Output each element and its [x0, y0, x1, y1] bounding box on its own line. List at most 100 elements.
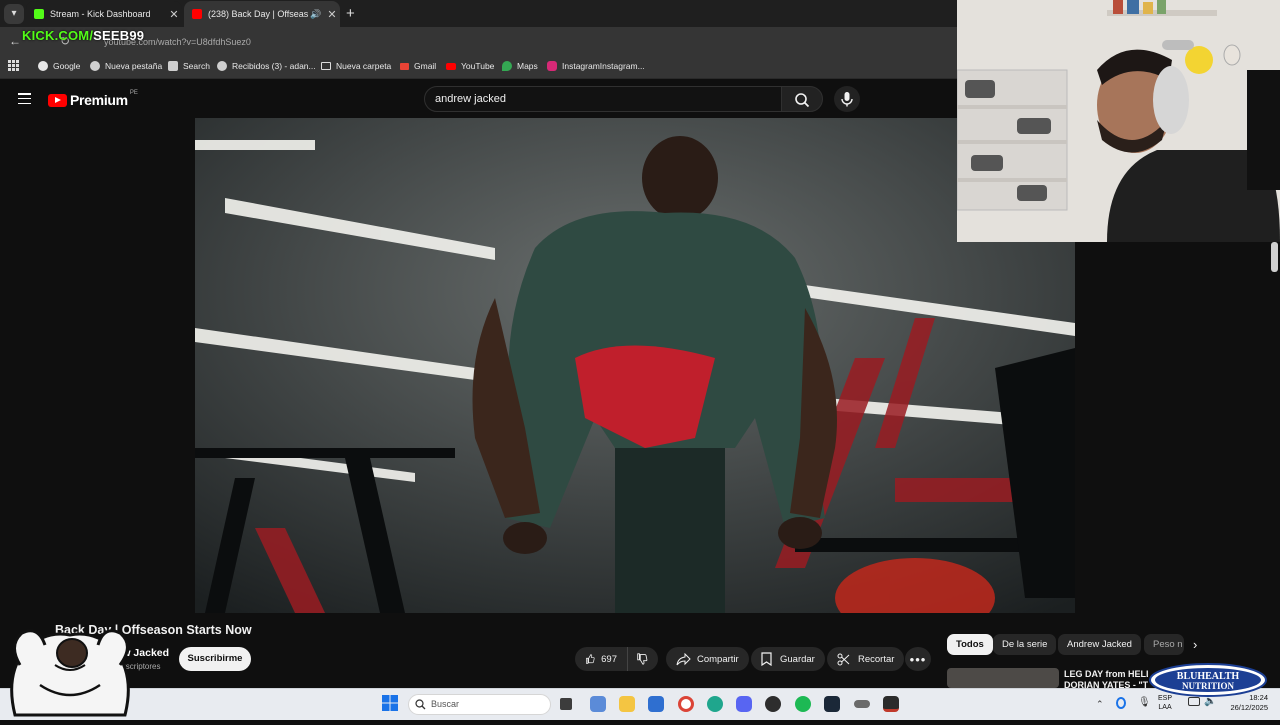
microphone-icon: [841, 92, 853, 107]
bookmark-label: YouTube: [461, 61, 495, 71]
scissors-icon: [837, 653, 850, 665]
stream-overlay-label: KICK.COM/SEEB99: [22, 28, 144, 43]
country-code: PE: [129, 90, 138, 96]
youtube-premium-logo[interactable]: Premium PE: [48, 90, 138, 108]
bookmark-youtube[interactable]: YouTube: [446, 61, 494, 71]
google-icon: [38, 61, 48, 71]
kick-icon: [34, 9, 44, 19]
app-icon[interactable]: [883, 696, 899, 712]
chip-de-la-serie[interactable]: De la serie: [993, 634, 1057, 655]
new-tab-plus-icon[interactable]: +: [346, 5, 355, 22]
close-icon[interactable]: ✕: [166, 8, 182, 21]
video-player[interactable]: [195, 118, 1075, 613]
clip-button[interactable]: Recortar: [827, 647, 905, 671]
recommended-thumbnail[interactable]: [947, 668, 1059, 688]
bookmark-maps[interactable]: Maps: [502, 61, 538, 71]
file-explorer-icon[interactable]: [619, 696, 635, 712]
youtube-play-icon: [48, 93, 67, 107]
network-icon[interactable]: [1188, 697, 1200, 706]
close-icon[interactable]: ✕: [324, 8, 340, 21]
tab-search-chevron-icon[interactable]: ▾: [4, 4, 24, 24]
chip-peso[interactable]: Peso n: [1144, 634, 1184, 655]
steam-icon[interactable]: [824, 696, 840, 712]
logo-text: Premium: [70, 92, 128, 108]
clock-date: 26/12/2025: [1230, 703, 1268, 712]
search-icon: [795, 93, 810, 108]
widgets-icon[interactable]: [590, 696, 606, 712]
bookmark-label: InstagramInstagram...: [562, 61, 645, 71]
back-arrow-icon[interactable]: ←: [9, 34, 21, 48]
bookmark-nueva-carpeta[interactable]: Nueva carpeta: [321, 61, 391, 71]
tray-app-icon[interactable]: [1116, 697, 1126, 709]
maps-icon: [502, 61, 512, 71]
video-frame: [195, 118, 1075, 613]
bookmark-recibidos[interactable]: Recibidos (3) - adan...: [217, 61, 316, 71]
globe-icon: [90, 61, 100, 71]
chip-todos[interactable]: Todos: [947, 634, 993, 655]
bookmark-icon: [761, 652, 772, 666]
app-icon[interactable]: [854, 700, 870, 708]
sponsor-line-2: NUTRITION: [1182, 681, 1235, 691]
lang-line: LAA: [1158, 704, 1172, 711]
share-button[interactable]: Compartir: [666, 647, 749, 671]
speaker-icon[interactable]: 🔊: [308, 9, 324, 20]
bookmark-search[interactable]: Search: [168, 61, 210, 71]
bookmark-label: Gmail: [414, 61, 437, 71]
bookmark-instagram[interactable]: InstagramInstagram...: [547, 61, 645, 71]
like-button[interactable]: 697: [575, 647, 627, 671]
save-label: Guardar: [780, 653, 815, 665]
tab-title: (238) Back Day | Offseason: [208, 9, 308, 19]
share-label: Compartir: [697, 653, 739, 665]
store-icon[interactable]: [648, 696, 664, 712]
taskbar-search-input[interactable]: Buscar: [408, 694, 551, 715]
instagram-icon: [547, 61, 557, 71]
bookmark-label: Search: [183, 61, 210, 71]
bookmark-google[interactable]: Google: [38, 61, 80, 71]
obs-icon[interactable]: [765, 696, 781, 712]
chip-andrew-jacked[interactable]: Andrew Jacked: [1058, 634, 1141, 655]
clip-label: Recortar: [858, 653, 895, 665]
save-button[interactable]: Guardar: [751, 647, 825, 671]
spotify-icon[interactable]: [795, 696, 811, 712]
search-icon: [168, 61, 178, 71]
dislike-button[interactable]: [627, 647, 658, 671]
voice-search-button[interactable]: [834, 86, 860, 112]
tab-youtube-video[interactable]: (238) Back Day | Offseason 🔊 ✕: [184, 1, 340, 27]
thumbs-down-icon: [637, 653, 648, 665]
recommended-title-line: LEG DAY from HELL: [1064, 669, 1148, 679]
share-icon: [676, 652, 691, 665]
bookmark-gmail[interactable]: Gmail: [400, 61, 436, 71]
subscribe-button[interactable]: Suscribirme: [179, 647, 251, 671]
globe-icon: [217, 61, 227, 71]
bookmark-nueva-pestana[interactable]: Nueva pestaña: [90, 61, 162, 71]
more-horizontal-icon: •••: [909, 651, 927, 667]
windows-start-icon[interactable]: [382, 695, 398, 711]
bookmark-label: Maps: [517, 61, 538, 71]
bookmark-label: Google: [53, 61, 81, 71]
streamer-webcam: [957, 0, 1280, 242]
edge-icon[interactable]: [707, 696, 723, 712]
more-actions-button[interactable]: •••: [905, 647, 931, 671]
task-view-icon[interactable]: [560, 698, 572, 710]
apps-grid-icon[interactable]: [8, 60, 19, 71]
youtube-icon: [192, 9, 202, 19]
chevron-up-icon[interactable]: ⌃: [1096, 699, 1104, 710]
webcam-frame: [957, 0, 1280, 242]
bookmark-label: Recibidos (3) - adan...: [232, 61, 316, 71]
bookmark-label: Nueva pestaña: [105, 61, 163, 71]
discord-icon[interactable]: [736, 696, 752, 712]
chevron-right-icon[interactable]: ›: [1193, 637, 1197, 652]
windows-taskbar: [0, 688, 1280, 720]
folder-icon: [321, 62, 331, 70]
search-button[interactable]: [781, 86, 823, 112]
microphone-tray-icon[interactable]: 🎙: [1138, 697, 1151, 708]
tab-kick-dashboard[interactable]: Stream - Kick Dashboard ✕: [26, 1, 182, 27]
page-scrollbar[interactable]: [1271, 242, 1278, 272]
tab-title: Stream - Kick Dashboard: [50, 9, 151, 19]
search-input[interactable]: andrew jacked: [424, 86, 782, 112]
youtube-icon: [446, 62, 456, 70]
overlay-channel: SEEB99: [93, 28, 145, 43]
sponsor-logo: BLUHEALTH NUTRITION: [1148, 662, 1268, 698]
chrome-icon[interactable]: [678, 696, 694, 712]
menu-icon[interactable]: [18, 93, 31, 105]
